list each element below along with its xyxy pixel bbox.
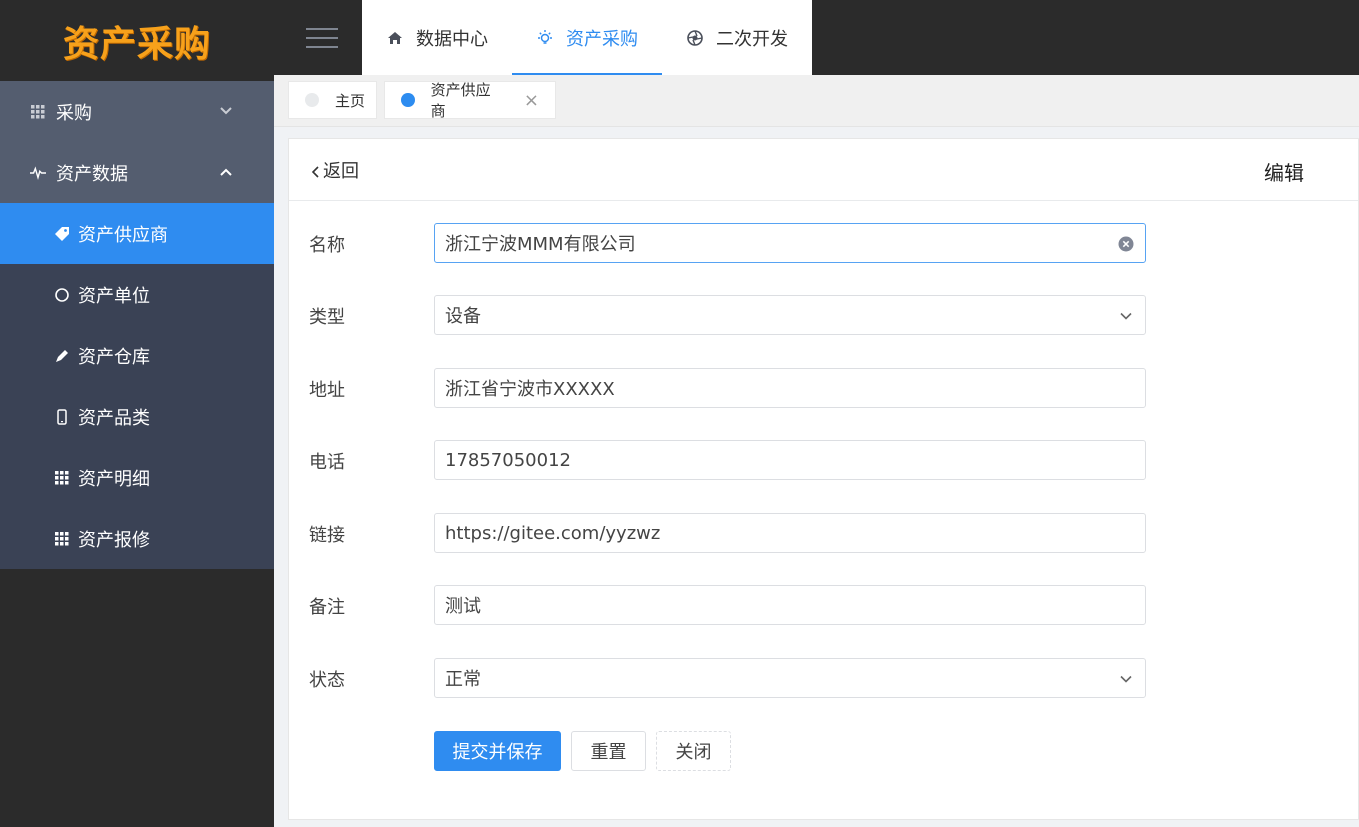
form-row-name: 名称 浙江宁波MMM有限公司 [289,223,1358,263]
form-row-type: 类型 设备 [289,295,1358,335]
sidebar-item-warehouse[interactable]: 资产仓库 [0,325,274,386]
menu-group-asset-data[interactable]: 资产数据 [0,142,274,203]
phone-icon [54,408,70,425]
sidebar-item-label: 资产仓库 [78,346,150,368]
address-input[interactable]: 浙江省宁波市XXXXX [434,368,1146,408]
field-value: 浙江宁波MMM有限公司 [445,234,636,255]
field-label: 名称 [309,235,345,256]
topnav-item-data-center[interactable]: 数据中心 [362,0,512,75]
sidebar-item-unit[interactable]: 资产单位 [0,264,274,325]
tab-label: 主页 [335,91,366,110]
field-value: 17857050012 [445,449,571,471]
sidebar-filler [0,569,274,825]
tabs-bar: 主页 资产供应商 × [274,75,1359,127]
form-row-remark: 备注 测试 [289,585,1358,625]
pen-icon [54,348,70,364]
menu-group-label: 采购 [56,102,92,124]
hamburger-menu-icon[interactable] [306,28,338,48]
grid-icon [54,470,70,486]
sidebar-item-supplier[interactable]: 资产供应商 [0,203,274,264]
app-logo[interactable]: 资产采购 [0,0,274,81]
menu-group-purchase[interactable]: 采购 [0,81,274,142]
name-input[interactable]: 浙江宁波MMM有限公司 [434,223,1146,263]
tag-icon [54,226,70,242]
field-label: 地址 [309,380,345,401]
type-select[interactable]: 设备 [434,295,1146,335]
tab-status-dot [305,93,319,107]
field-label: 状态 [309,670,345,691]
close-icon[interactable]: × [524,90,539,111]
remark-input[interactable]: 测试 [434,585,1146,625]
tab-supplier[interactable]: 资产供应商 × [384,81,556,120]
phone-input[interactable]: 17857050012 [434,440,1146,480]
sidebar: 资产采购 采购 资产数据 资产供应商 资产单位 资产仓库 资产品类 资产明细 资… [0,0,274,827]
edit-card: 返回 编辑 名称 浙江宁波MMM有限公司 类型 设备 地址 浙江省宁波市XXXX… [288,138,1359,820]
logo-text: 资产采购 [62,23,211,65]
sidebar-item-category[interactable]: 资产品类 [0,386,274,447]
chevron-down-icon [1117,670,1135,688]
reset-button[interactable]: 重置 [571,731,646,771]
home-icon [386,29,404,47]
card-header: 返回 编辑 [289,139,1358,201]
select-value: 正常 [445,669,481,690]
form-row-link: 链接 https://gitee.com/yyzwz [289,513,1358,553]
submenu-asset-data: 资产供应商 资产单位 资产仓库 资产品类 资产明细 资产报修 [0,203,274,569]
link-input[interactable]: https://gitee.com/yyzwz [434,513,1146,553]
select-value: 设备 [445,306,481,327]
form-row-phone: 电话 17857050012 [289,440,1358,480]
bulb-icon [536,29,554,47]
back-label: 返回 [323,160,359,182]
status-select[interactable]: 正常 [434,658,1146,698]
field-value: 测试 [445,596,481,617]
sidebar-item-repair[interactable]: 资产报修 [0,508,274,569]
sidebar-item-detail[interactable]: 资产明细 [0,447,274,508]
submit-save-button[interactable]: 提交并保存 [434,731,561,771]
chevron-down-icon [218,103,234,119]
sidebar-item-label: 资产明细 [78,468,150,490]
field-label: 电话 [309,452,345,473]
field-label: 链接 [309,525,345,546]
field-value: 浙江省宁波市XXXXX [445,379,615,400]
back-button[interactable]: 返回 [311,157,359,183]
field-label: 备注 [309,597,345,618]
topnav-label: 资产采购 [566,28,638,50]
top-bar: 数据中心 资产采购 二次开发 [274,0,1359,75]
sidebar-item-label: 资产单位 [78,285,150,307]
grid-icon [54,531,70,547]
top-nav: 数据中心 资产采购 二次开发 [362,0,812,75]
circle-icon [54,287,70,303]
topnav-item-secondary-dev[interactable]: 二次开发 [662,0,812,75]
sidebar-item-label: 资产品类 [78,407,150,429]
topnav-label: 数据中心 [416,28,488,50]
topnav-label: 二次开发 [716,28,788,50]
form-row-status: 状态 正常 [289,658,1358,698]
tab-home[interactable]: 主页 [288,81,377,119]
form-actions: 提交并保存 重置 关闭 [434,731,741,771]
activity-icon [30,165,46,181]
tab-label: 资产供应商 [430,81,491,120]
clear-icon[interactable] [1117,235,1135,253]
menu-group-label: 资产数据 [56,163,128,185]
page-title: 编辑 [1264,161,1304,185]
sidebar-item-label: 资产报修 [78,529,150,551]
tab-status-dot [401,93,415,107]
form-row-address: 地址 浙江省宁波市XXXXX [289,368,1358,408]
close-button[interactable]: 关闭 [656,731,731,771]
chevron-left-icon [311,163,321,178]
chevron-up-icon [218,164,234,180]
chevron-down-icon [1117,307,1135,325]
sidebar-item-label: 资产供应商 [78,224,168,246]
topnav-item-asset-purchase[interactable]: 资产采购 [512,0,662,75]
field-label: 类型 [309,307,345,328]
aperture-icon [686,29,704,47]
grid-icon [30,104,46,120]
field-value: https://gitee.com/yyzwz [445,522,661,544]
